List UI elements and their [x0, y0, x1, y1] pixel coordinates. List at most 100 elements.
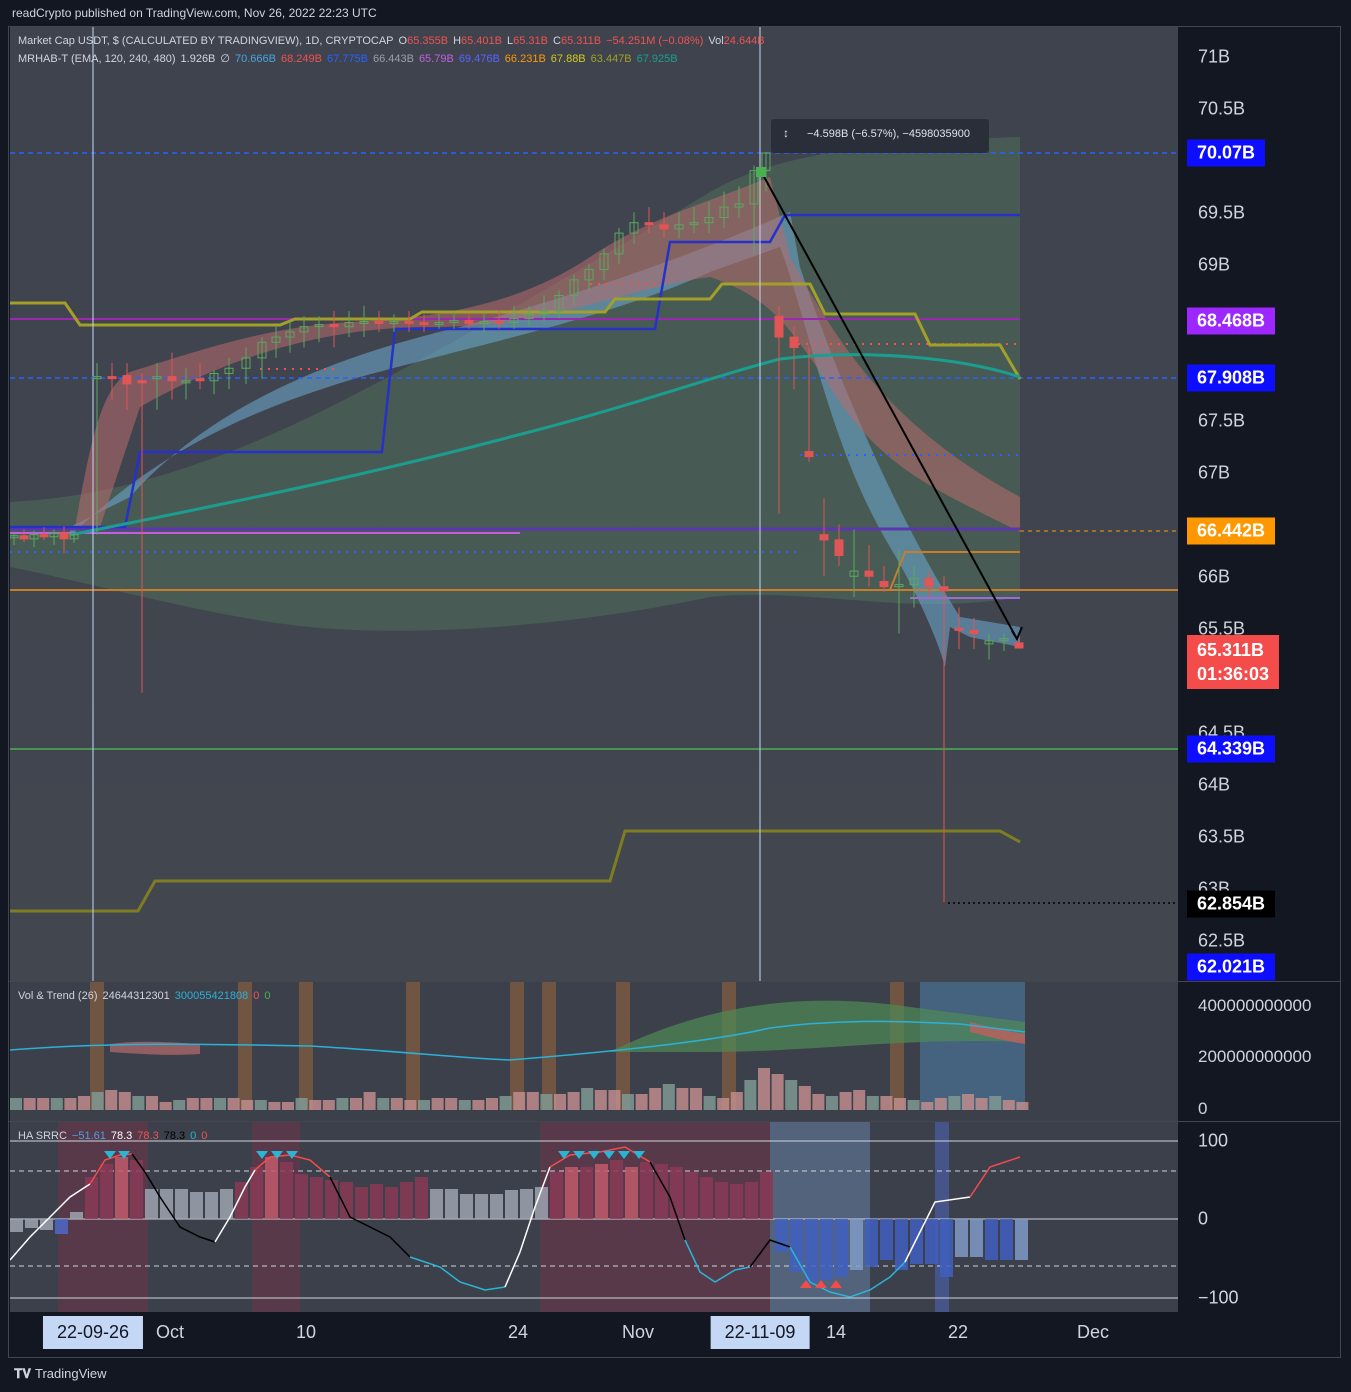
volume-bar [105, 1090, 118, 1110]
ha-bar [820, 1219, 833, 1280]
volume-bar [132, 1096, 145, 1110]
volume-bar [622, 1094, 634, 1110]
price-pane[interactable]: Market Cap USDT, $ (CALCULATED BY TRADIN… [10, 27, 1178, 981]
volume-bar [826, 1096, 838, 1110]
volume-bar [581, 1088, 594, 1110]
volume-bar [812, 1094, 825, 1110]
time-tick: Dec [1076, 1322, 1110, 1342]
price-tag-purple: 68.468B [1187, 307, 1276, 335]
volume-pane[interactable]: Vol & Trend (26) 24644312301 300055421808 0… [10, 982, 1178, 1121]
ha-bar [130, 1160, 143, 1219]
volume-bar [404, 1100, 417, 1110]
ha-tick: −100 [1198, 1287, 1239, 1308]
ha-bar [205, 1192, 218, 1219]
price-axis[interactable]: 71B 70.5B 69.5B 69B 67.5B 67B 66B 65.5B … [1178, 27, 1340, 981]
ha-bar [910, 1219, 923, 1264]
volume-bar [894, 1098, 906, 1110]
volume-bar [431, 1098, 444, 1110]
price-tag-blue: 67.908B [1187, 364, 1276, 392]
tradingview-logo[interactable]: 𝐓𝐕 TradingView [14, 1366, 107, 1382]
time-axis[interactable]: Oct 10 24 Nov 14 22 Dec 22-09-26 22-11-0… [10, 1312, 1178, 1356]
ha-srrc-pane[interactable]: HA SRRC −51.61 78.3 78.3 78.3 0 0 [10, 1122, 1178, 1312]
volume-bar [146, 1096, 158, 1110]
ha-bar [70, 1212, 83, 1219]
ha-bar [730, 1184, 743, 1219]
volume-bar [23, 1098, 36, 1110]
time-tick: 24 [507, 1322, 529, 1342]
ha-srrc-chart[interactable] [10, 1122, 1178, 1312]
measure-anchor [756, 167, 766, 177]
ha-bar [775, 1219, 788, 1252]
ha-bar [295, 1174, 308, 1219]
price-tick: 63.5B [1198, 826, 1246, 847]
ha-bar [265, 1157, 278, 1219]
ha-bar [400, 1182, 413, 1219]
ha-bar [835, 1219, 848, 1277]
ha-bar [115, 1157, 128, 1219]
volume-bar [866, 1096, 879, 1110]
volume-bar [322, 1100, 335, 1110]
price-tick: 70.5B [1198, 98, 1246, 119]
ha-axis[interactable]: 100 0 −100 [1178, 1122, 1340, 1312]
volume-bar [78, 1096, 90, 1110]
ha-bar [970, 1219, 983, 1257]
publish-header: readCrypto published on TradingView.com,… [12, 6, 377, 20]
volume-bar [554, 1094, 566, 1110]
volume-bar [907, 1100, 920, 1110]
volume-bar [254, 1100, 267, 1110]
ha-bar [175, 1189, 188, 1219]
volume-bar [214, 1098, 226, 1110]
ha-bar [385, 1187, 398, 1219]
ha-bar [940, 1219, 953, 1277]
volume-bar [744, 1080, 757, 1110]
volume-chart[interactable] [10, 982, 1178, 1121]
volume-bar [336, 1098, 349, 1110]
ha-bar [595, 1164, 608, 1219]
measure-icon: ↕ [783, 126, 789, 140]
price-tag-blue: 64.339B [1187, 735, 1276, 763]
ha-bar [640, 1162, 653, 1219]
time-tick: Oct [155, 1322, 185, 1342]
volume-bar [730, 1092, 743, 1110]
ha-bar [10, 1219, 23, 1232]
ha-bar [505, 1190, 518, 1219]
volume-bar [934, 1098, 947, 1110]
volume-tick: 400000000000 [1198, 996, 1312, 1015]
volume-axis[interactable]: 400000000000 200000000000 0 [1178, 982, 1340, 1121]
volume-bar [1002, 1100, 1015, 1110]
volume-bar [200, 1098, 213, 1110]
ha-bar [445, 1189, 458, 1219]
volume-bar [241, 1100, 254, 1110]
price-tick: 69B [1198, 254, 1231, 275]
volume-bar [540, 1094, 553, 1110]
ha-bar [925, 1219, 938, 1264]
ha-bar [280, 1162, 293, 1219]
measure-tooltip: ↕ −4.598B (−6.57%), −4598035900 [771, 119, 989, 153]
ha-bar [370, 1184, 383, 1219]
ha-bar [700, 1177, 713, 1219]
volume-bar [690, 1088, 702, 1110]
ha-bar [415, 1177, 428, 1219]
volume-bar [50, 1098, 63, 1110]
brand-text: TradingView [35, 1366, 107, 1381]
volume-bar [962, 1094, 974, 1110]
ha-bar [1000, 1219, 1013, 1260]
ha-legend: HA SRRC −51.61 78.3 78.3 78.3 0 0 [18, 1130, 208, 1142]
volume-bar [839, 1092, 852, 1110]
volume-bar [10, 1098, 22, 1110]
volume-bar [594, 1090, 607, 1110]
volume-bar [853, 1090, 866, 1110]
price-tick: 66B [1198, 566, 1231, 587]
volume-bar [758, 1068, 770, 1110]
volume-legend: Vol & Trend (26) 24644312301 300055421808 0… [18, 990, 271, 1002]
price-chart[interactable] [10, 27, 1178, 981]
ha-tick: 100 [1198, 1130, 1229, 1151]
volume-bar [350, 1098, 362, 1110]
ha-bar [145, 1189, 158, 1219]
price-tag-blue: 62.021B [1187, 953, 1276, 981]
ha-bar [850, 1219, 863, 1270]
ha-bar [715, 1182, 728, 1219]
ha-bar [865, 1219, 878, 1267]
volume-bar [635, 1094, 648, 1110]
time-tick: Nov [621, 1322, 655, 1342]
